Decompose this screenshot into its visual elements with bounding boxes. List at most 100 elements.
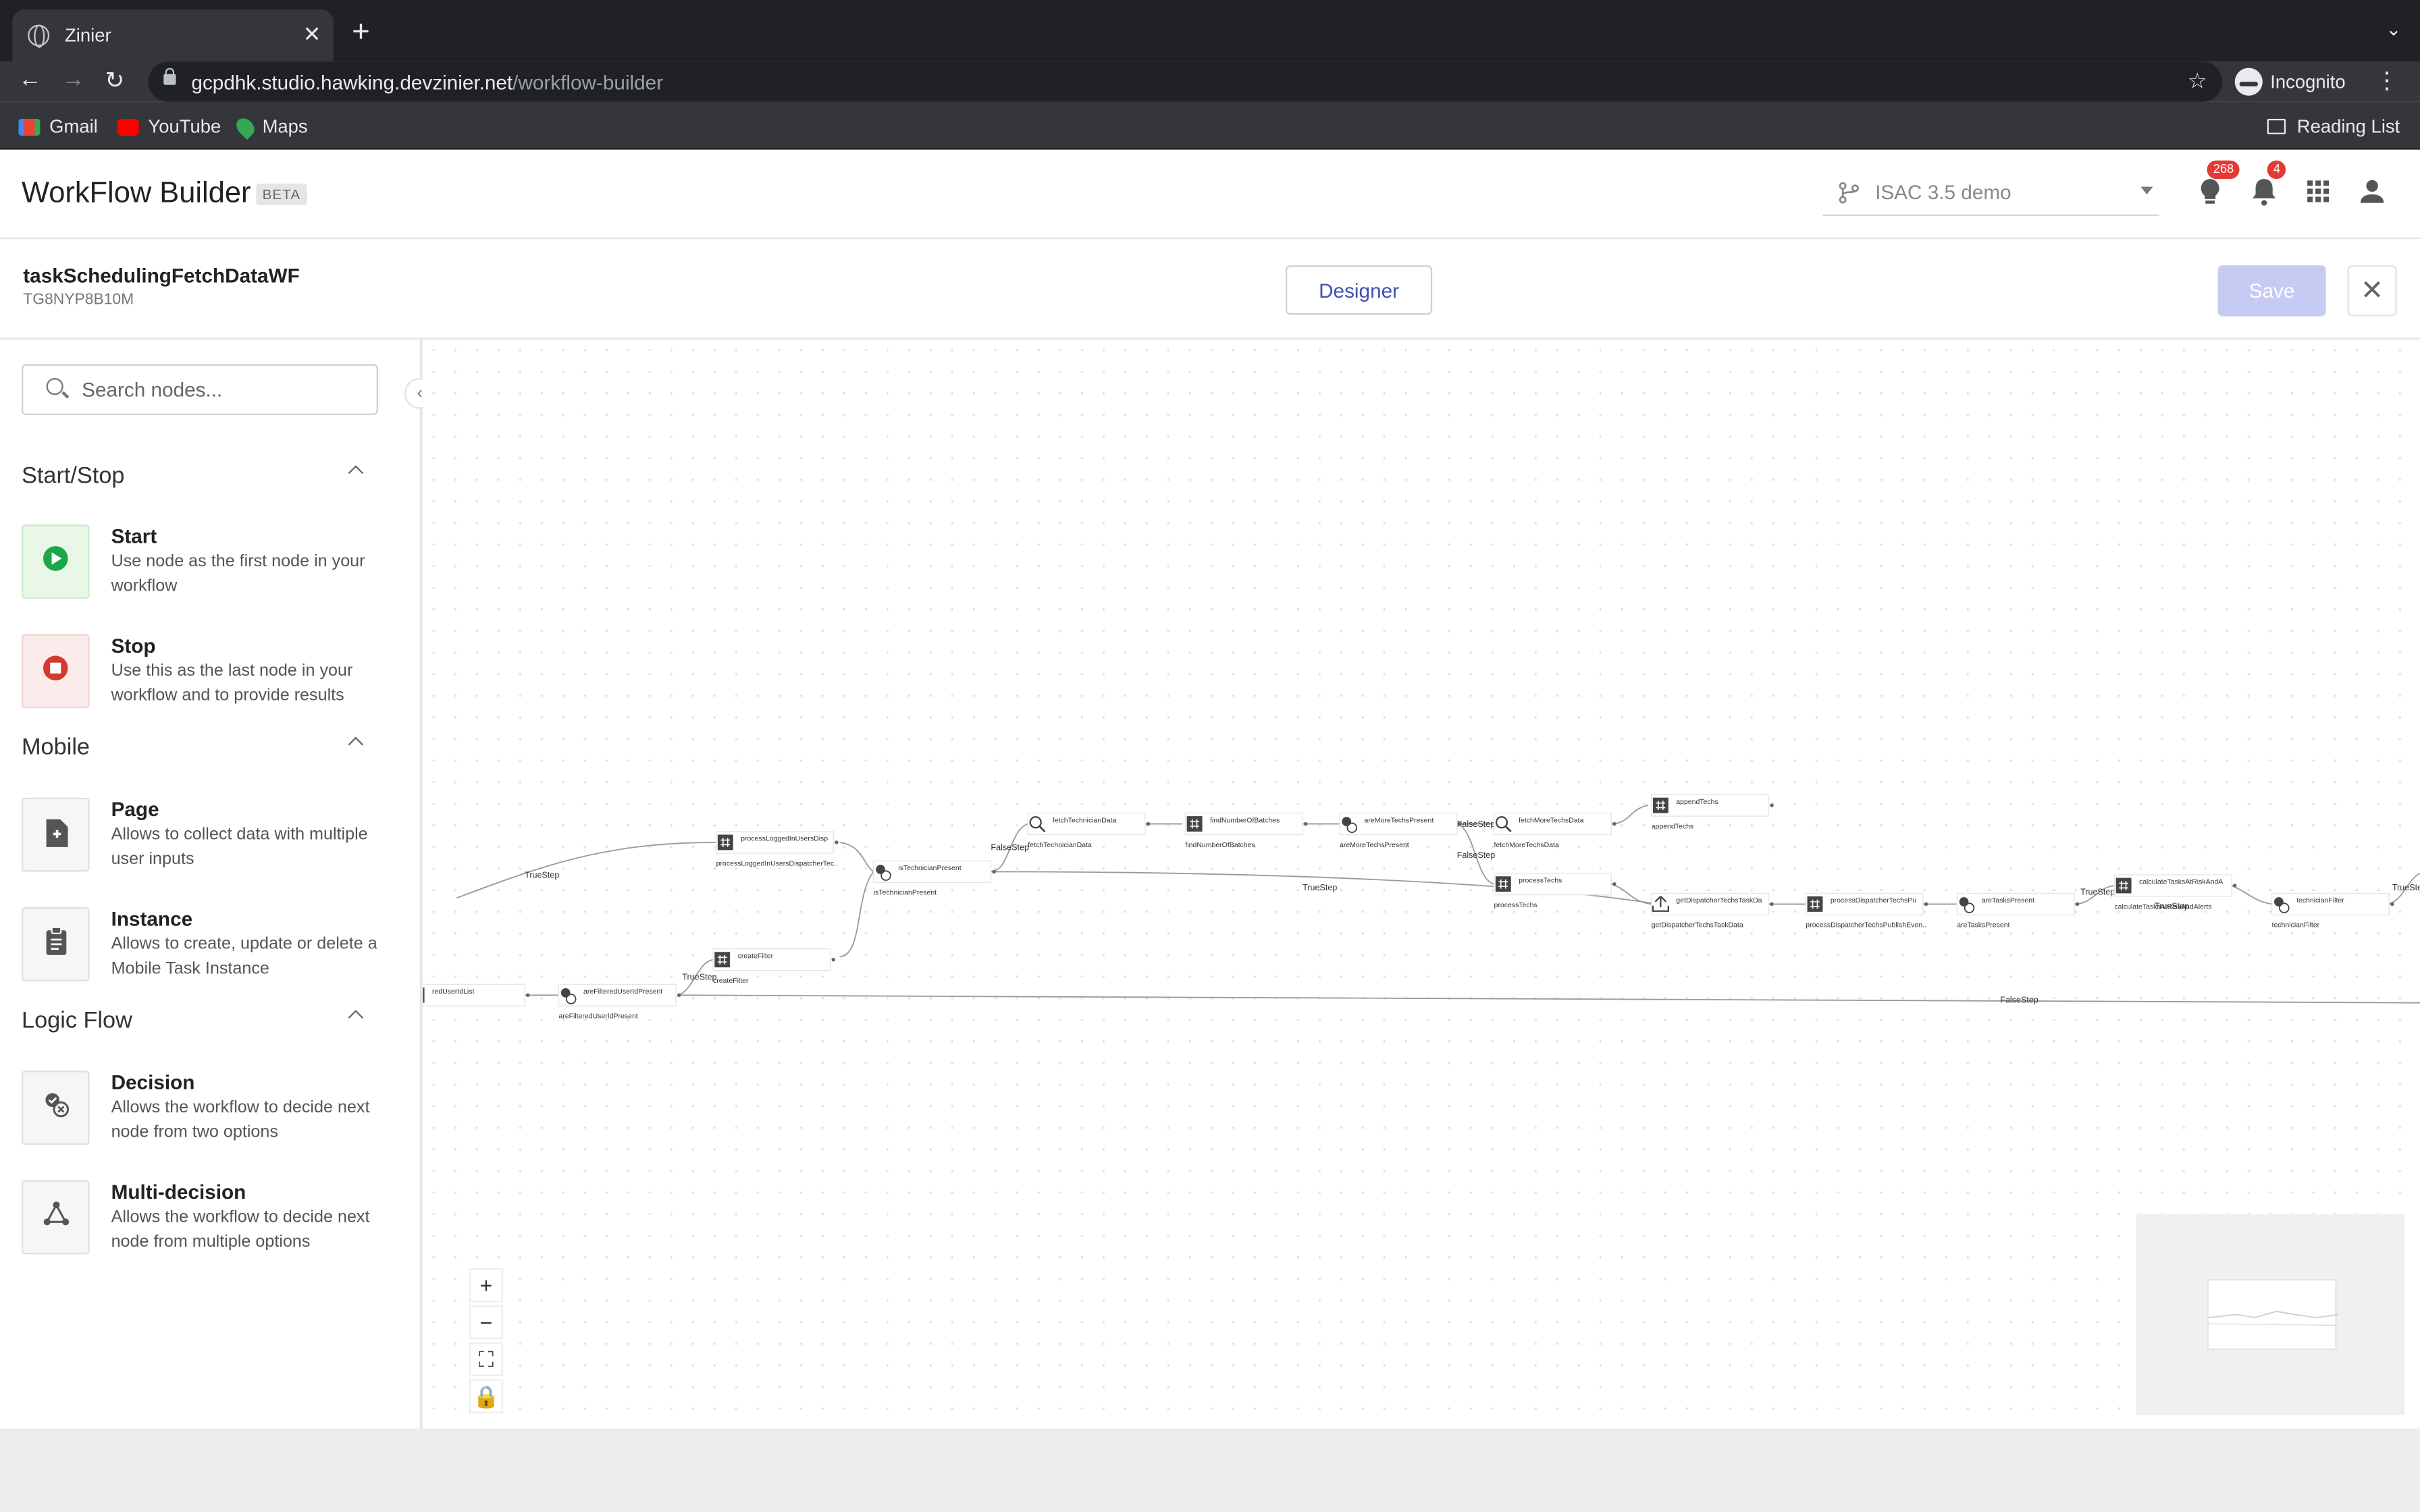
function-icon (2115, 878, 2132, 894)
function-icon (1186, 816, 1203, 832)
bookmark-label: YouTube (148, 115, 221, 138)
node-output-port[interactable] (1612, 882, 1616, 886)
minimap-viewport[interactable] (2207, 1278, 2338, 1350)
close-tab-icon[interactable]: ✕ (303, 22, 321, 48)
chevron-up-icon[interactable] (348, 736, 364, 753)
section-header-mobile[interactable]: Mobile (22, 734, 371, 761)
chevron-up-icon[interactable] (348, 1010, 364, 1025)
notification-count-badge: 4 (2267, 160, 2287, 180)
reload-icon[interactable]: ↻ (105, 66, 124, 94)
node-item-start[interactable]: Start Use node as the first node in your… (21, 524, 392, 617)
bookmark-maps[interactable]: Maps (232, 113, 308, 140)
close-button[interactable]: ✕ (2347, 265, 2397, 317)
beta-badge: BETA (256, 183, 307, 205)
node-output-port[interactable] (2232, 884, 2237, 888)
tab-search-chevron-icon[interactable]: ⌄ (2386, 18, 2402, 40)
workflow-node[interactable]: areMoreTechsPresent areMoreTechsPresent (1339, 812, 1463, 849)
node-item-multi-decision[interactable]: Multi-decision Allows the workflow to de… (21, 1180, 392, 1273)
node-item-description: Use this as the last node in your workfl… (111, 662, 353, 705)
lock-canvas-button[interactable]: 🔒 (469, 1379, 504, 1413)
user-profile-button[interactable] (2354, 173, 2391, 210)
environment-select[interactable]: ISAC 3.5 demo (1822, 169, 2159, 216)
notifications-button[interactable]: 4 (2246, 160, 2287, 210)
node-output-port[interactable] (831, 957, 836, 962)
address-bar[interactable]: gcpdhk.studio.hawking.devzinier.net/work… (148, 61, 2223, 102)
apps-grid-button[interactable] (2300, 173, 2337, 210)
workflow-node[interactable]: calculateTasksAtRiskAndA calculateTasksAt… (2113, 874, 2237, 911)
minimap[interactable] (2136, 1214, 2405, 1415)
workflow-node[interactable]: appendTechs appendTechs (1651, 794, 1774, 830)
maps-pin-icon (232, 113, 259, 140)
node-output-port[interactable] (677, 993, 681, 998)
back-arrow-icon[interactable]: ← (18, 66, 41, 92)
bookmark-star-icon[interactable]: ☆ (2188, 68, 2207, 94)
section-title: Start/Stop (21, 462, 125, 489)
node-title: fetchTechnicianData (1053, 816, 1117, 824)
node-output-port[interactable] (1924, 902, 1928, 907)
workflow-node[interactable]: processTechs processTechs (1493, 873, 1616, 909)
gmail-icon (18, 117, 41, 135)
node-output-port[interactable] (525, 993, 530, 998)
workflow-node[interactable]: areTasksPresent areTasksPresent (1956, 892, 2080, 929)
url-host: gcpdhk.studio.hawking.devzinier.net (191, 70, 513, 94)
function-icon (1652, 797, 1668, 813)
node-caption: processTechs (1494, 901, 1537, 909)
browser-menu-icon[interactable]: ⋮ (2375, 66, 2398, 94)
bookmark-youtube[interactable]: YouTube (117, 115, 221, 137)
bookmark-gmail[interactable]: Gmail (18, 115, 98, 137)
environment-value: ISAC 3.5 demo (1875, 180, 2011, 204)
node-item-stop[interactable]: Stop Use this as the last node in your w… (21, 634, 392, 726)
node-output-port[interactable] (992, 869, 996, 874)
workflow-node[interactable]: processLoggedInUsersDisp processLoggedInU… (715, 831, 839, 867)
node-output-port[interactable] (1458, 821, 1463, 826)
workflow-node[interactable]: findNumberOfBatches findNumberOfBatches (1184, 812, 1308, 849)
node-output-port[interactable] (1770, 902, 1774, 907)
incognito-icon (2234, 68, 2263, 96)
node-output-port[interactable] (835, 840, 839, 844)
node-item-page[interactable]: Page Allows to collect data with multipl… (21, 797, 392, 890)
globe-icon (28, 24, 50, 48)
workflow-node[interactable]: createFilter createFilter (712, 948, 836, 985)
browser-tab[interactable]: Zinier ✕ (12, 9, 334, 62)
node-output-port[interactable] (1303, 821, 1308, 826)
node-output-port[interactable] (2075, 902, 2080, 907)
fit-view-button[interactable]: ⛶ (469, 1342, 504, 1376)
node-item-description: Allows to create, update or delete a Mob… (111, 935, 377, 979)
node-item-instance[interactable]: Instance Allows to create, update or del… (21, 907, 392, 1000)
chevron-up-icon[interactable] (348, 465, 364, 481)
workflow-node[interactable]: technicianFilter technicianFilter (2271, 892, 2394, 929)
play-icon (43, 546, 68, 571)
workflow-node[interactable]: getDispatcherTechsTaskDa getDispatcherTec… (1651, 892, 1774, 929)
workflow-node[interactable]: redUserIdListIList (423, 983, 530, 1020)
search-nodes-input[interactable] (21, 364, 378, 415)
user-icon (2360, 180, 2384, 203)
node-output-port[interactable] (1770, 803, 1774, 807)
designer-button[interactable]: Designer (1285, 265, 1433, 315)
reading-list-button[interactable]: Reading List (2267, 115, 2400, 137)
zoom-out-button[interactable]: − (469, 1305, 504, 1339)
new-tab-icon[interactable]: + (352, 16, 370, 51)
workflow-canvas[interactable]: TrueStep FalseStep TrueStep FalseStep Fa… (423, 339, 2420, 1429)
workflow-node[interactable]: isTechnicianPresent isTechnicianPresent (873, 860, 996, 897)
workflow-node[interactable]: fetchTechnicianData fetchTechnicianData (1027, 812, 1151, 849)
zoom-in-button[interactable]: + (469, 1268, 504, 1303)
svg-text:FalseStep: FalseStep (1457, 850, 1496, 860)
save-button[interactable]: Save (2217, 265, 2326, 317)
workflow-node[interactable]: processDispatcherTechsPu processDispatche… (1805, 892, 1928, 929)
node-title: calculateTasksAtRiskAndA (2139, 878, 2223, 886)
node-item-decision[interactable]: Decision Allows the workflow to decide n… (21, 1071, 392, 1163)
workflow-node[interactable]: fetchMoreTechsData fetchMoreTechsData (1493, 812, 1616, 849)
workflow-node[interactable]: areFilteredUserIdPresent areFilteredUserI… (558, 983, 681, 1021)
node-caption: findNumberOfBatches (1185, 841, 1255, 849)
decision-icon (45, 1093, 70, 1118)
node-output-port[interactable] (2390, 902, 2394, 907)
close-icon: ✕ (2360, 274, 2384, 306)
forward-arrow-icon[interactable]: → (61, 66, 84, 92)
section-header-logic-flow[interactable]: Logic Flow (22, 1008, 371, 1033)
tips-count-badge: 268 (2207, 160, 2240, 180)
incognito-indicator[interactable]: Incognito (2234, 68, 2346, 96)
node-output-port[interactable] (1612, 821, 1616, 826)
node-output-port[interactable] (1146, 821, 1151, 826)
tips-button[interactable]: 268 (2192, 160, 2240, 210)
section-header-start-stop[interactable]: Start/Stop (22, 463, 371, 489)
